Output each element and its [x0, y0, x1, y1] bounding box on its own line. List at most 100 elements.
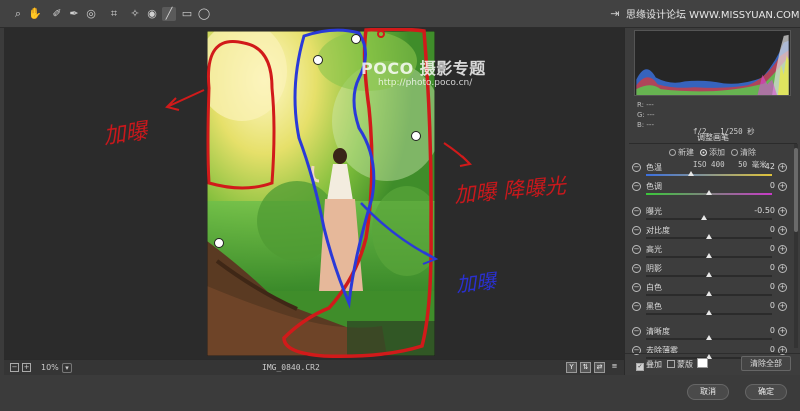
- poco-logo: POCO 摄影专题: [361, 59, 486, 78]
- red-eye-icon[interactable]: ◉: [145, 7, 159, 21]
- zoom-level[interactable]: 10%: [41, 363, 59, 372]
- minus-icon[interactable]: −: [632, 245, 641, 254]
- white-balance-icon[interactable]: ✐: [50, 7, 64, 21]
- color-sampler-icon[interactable]: ✒: [67, 7, 81, 21]
- mask-checkbox[interactable]: 蒙版: [667, 359, 693, 370]
- copy-settings-icon[interactable]: ⇄: [594, 362, 605, 373]
- panel-scrollbar[interactable]: [794, 144, 798, 348]
- slider-label: 色温: [646, 163, 662, 172]
- toolbar: ⌕ ✋ ✐ ✒ ◎ ⌗ ✧ ◉ ╱ ▭ ◯ ⇥ 思缘设计论坛 WWW.MISSY…: [0, 0, 800, 28]
- overlay-checkbox[interactable]: ✓ 叠加: [636, 359, 662, 371]
- slider-thumb[interactable]: [706, 272, 712, 277]
- slider-value[interactable]: 0: [725, 181, 775, 190]
- plus-icon[interactable]: +: [778, 327, 787, 336]
- slider-value[interactable]: -42: [725, 162, 775, 171]
- image-preview[interactable]: 加曝 加曝 降曝光 加曝 POCO 摄影专题 http://photo.poco…: [4, 28, 624, 359]
- radio-add-icon: [700, 149, 707, 156]
- camera-raw-window: ⌕ ✋ ✐ ✒ ◎ ⌗ ✧ ◉ ╱ ▭ ◯ ⇥ 思缘设计论坛 WWW.MISSY…: [0, 0, 800, 411]
- slider-value[interactable]: 0: [725, 244, 775, 253]
- checkmark-icon: ✓: [636, 363, 644, 371]
- slider-thumb[interactable]: [688, 171, 695, 176]
- minus-icon[interactable]: −: [632, 264, 641, 273]
- status-bar: − + 10% ▾ IMG_0840.CR2 Y ⇅ ⇄ ≡: [4, 359, 624, 375]
- minus-icon[interactable]: −: [632, 302, 641, 311]
- brush-annotations: 加曝 加曝 降曝光 加曝: [102, 28, 569, 359]
- slider-thumb[interactable]: [706, 310, 712, 315]
- slider-row: − 对比度 0 +: [625, 223, 797, 242]
- plus-icon[interactable]: +: [778, 163, 787, 172]
- ok-button[interactable]: 确定: [745, 384, 787, 400]
- mode-new[interactable]: 新建: [669, 147, 694, 158]
- zoom-dropdown-icon[interactable]: ▾: [62, 363, 72, 373]
- annotation-right: 加曝 降曝光: [453, 173, 568, 207]
- blue-readout: B: ---: [637, 121, 654, 129]
- minus-icon[interactable]: −: [632, 283, 641, 292]
- scrollbar-thumb[interactable]: [794, 148, 798, 232]
- cancel-button[interactable]: 取消: [687, 384, 729, 400]
- slider-row: − 清晰度 0 +: [625, 324, 797, 343]
- green-readout: G: ---: [637, 111, 655, 119]
- minus-icon[interactable]: −: [632, 327, 641, 336]
- slider-label: 曝光: [646, 207, 662, 216]
- site-watermark: 思缘设计论坛 WWW.MISSYUAN.COM: [626, 10, 800, 21]
- divider: [629, 143, 797, 144]
- slider-label: 白色: [646, 283, 662, 292]
- slider-thumb[interactable]: [706, 253, 712, 258]
- mask-color-swatch[interactable]: [697, 358, 708, 368]
- mode-clear[interactable]: 清除: [731, 147, 756, 158]
- zoom-out-button[interactable]: −: [10, 363, 19, 372]
- panel-footer: ✓ 叠加 蒙版 清除全部: [625, 353, 800, 373]
- mode-add[interactable]: 添加: [700, 147, 725, 158]
- plus-icon[interactable]: +: [778, 245, 787, 254]
- minus-icon[interactable]: −: [632, 207, 641, 216]
- slider-thumb[interactable]: [706, 335, 712, 340]
- target-adjust-icon[interactable]: ◎: [84, 7, 98, 21]
- plus-icon[interactable]: +: [778, 283, 787, 292]
- zoom-in-button[interactable]: +: [22, 363, 31, 372]
- slider-thumb[interactable]: [700, 215, 707, 220]
- menu-icon[interactable]: ≡: [609, 362, 620, 373]
- clear-all-button[interactable]: 清除全部: [741, 356, 791, 371]
- spot-removal-icon[interactable]: ✧: [128, 7, 142, 21]
- export-icon[interactable]: ⇥: [608, 7, 622, 21]
- minus-icon[interactable]: −: [632, 163, 641, 172]
- plus-icon[interactable]: +: [778, 226, 787, 235]
- poco-url: http://photo.poco.cn/: [378, 78, 473, 88]
- slider-value[interactable]: 0: [725, 282, 775, 291]
- file-name: IMG_0840.CR2: [262, 363, 320, 372]
- hand-icon[interactable]: ✋: [28, 7, 42, 21]
- annotation-left: 加曝: [102, 118, 152, 149]
- plus-icon[interactable]: +: [778, 207, 787, 216]
- slider-value[interactable]: 0: [725, 301, 775, 310]
- before-after-icon[interactable]: Y: [566, 362, 577, 373]
- minus-icon[interactable]: −: [632, 226, 641, 235]
- slider-thumb[interactable]: [706, 234, 712, 239]
- slider-thumb[interactable]: [706, 291, 712, 296]
- plus-icon[interactable]: +: [778, 302, 787, 311]
- radial-filter-icon[interactable]: ◯: [197, 7, 211, 21]
- slider-label: 黑色: [646, 302, 662, 311]
- slider-thumb[interactable]: [706, 190, 712, 195]
- rgb-readout: R: --- G: --- B: ---: [637, 100, 655, 130]
- slider-value[interactable]: 0: [725, 326, 775, 335]
- slider-label: 阴影: [646, 264, 662, 273]
- plus-icon[interactable]: +: [778, 182, 787, 191]
- slider-label: 清晰度: [646, 327, 670, 336]
- swap-icon[interactable]: ⇅: [580, 362, 591, 373]
- slider-row: − 色温 -42 +: [625, 160, 797, 179]
- slider-track[interactable]: [646, 174, 772, 176]
- slider-value[interactable]: 0: [725, 263, 775, 272]
- adjustment-brush-icon[interactable]: ╱: [162, 7, 176, 21]
- slider-row: − 色调 0 +: [625, 179, 797, 198]
- slider-value[interactable]: -0.50: [725, 206, 775, 215]
- graduated-filter-icon[interactable]: ▭: [180, 7, 194, 21]
- slider-track[interactable]: [646, 218, 772, 220]
- plus-icon[interactable]: +: [778, 264, 787, 273]
- adjustment-panel: R: --- G: --- B: --- f/2 1/250 秒 ISO 400…: [624, 28, 800, 375]
- zoom-icon[interactable]: ⌕: [11, 7, 25, 21]
- minus-icon[interactable]: −: [632, 182, 641, 191]
- slider-row: − 白色 0 +: [625, 280, 797, 299]
- slider-row: − 曝光 -0.50 +: [625, 204, 797, 223]
- slider-value[interactable]: 0: [725, 225, 775, 234]
- crop-icon[interactable]: ⌗: [107, 7, 121, 21]
